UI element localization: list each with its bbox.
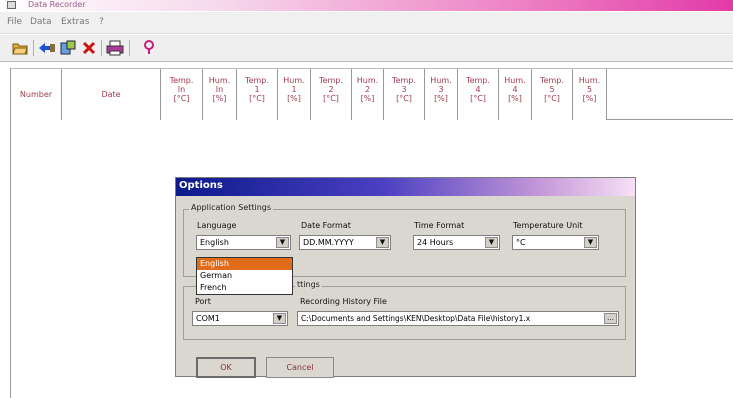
language-label: Language	[197, 221, 237, 230]
language-select[interactable]: English ▼	[196, 235, 291, 250]
device-icon[interactable]	[59, 39, 77, 57]
column-header-temp-3[interactable]: Temp. 3 [°C]	[384, 69, 425, 120]
column-header-temp-5[interactable]: Temp. 5 [°C]	[532, 69, 573, 120]
language-dropdown-list: English German French	[196, 257, 293, 295]
column-header-date[interactable]: Date	[62, 69, 161, 120]
menu-help[interactable]: ?	[99, 17, 104, 27]
toolbar-separator	[33, 40, 34, 56]
chevron-down-icon[interactable]: ▼	[584, 237, 597, 248]
column-header-temp-2[interactable]: Temp. 2 [°C]	[311, 69, 352, 120]
browse-button[interactable]: ...	[604, 313, 617, 324]
window-titlebar[interactable]: Data Recorder	[0, 0, 733, 11]
help-icon[interactable]	[140, 39, 158, 57]
column-header-hum-5[interactable]: Hum. 5 [%]	[573, 69, 607, 120]
toolbar	[0, 35, 733, 62]
import-icon[interactable]	[38, 39, 56, 57]
temperature-unit-label: Temperature Unit	[513, 221, 583, 230]
dropdown-option-english[interactable]: English	[197, 258, 292, 270]
chevron-down-icon[interactable]: ▼	[276, 237, 289, 248]
history-file-label: Recording History File	[300, 297, 387, 306]
toolbar-separator	[129, 40, 130, 56]
column-header-hum-1[interactable]: Hum. 1 [%]	[278, 69, 311, 120]
dropdown-option-french[interactable]: French	[197, 282, 292, 294]
window-title: Data Recorder	[28, 0, 86, 9]
date-format-select[interactable]: DD.MM.YYYY ▼	[299, 235, 391, 250]
chevron-down-icon[interactable]: ▼	[273, 313, 286, 324]
menu-data[interactable]: Data	[30, 17, 52, 27]
toolbar-separator	[101, 40, 102, 56]
dialog-title: Options	[179, 180, 223, 191]
date-format-label: Date Format	[301, 221, 351, 230]
print-icon[interactable]	[106, 39, 124, 57]
menu-extras[interactable]: Extras	[61, 17, 89, 27]
cancel-button[interactable]: Cancel	[266, 357, 334, 378]
communication-settings-label: ttings	[295, 280, 322, 289]
application-settings-label: Application Settings	[189, 203, 274, 212]
temperature-unit-select[interactable]: °C ▼	[512, 235, 599, 250]
column-header-hum-2[interactable]: Hum. 2 [%]	[352, 69, 384, 120]
port-label: Port	[195, 297, 211, 306]
dropdown-option-german[interactable]: German	[197, 270, 292, 282]
menu-file[interactable]: File	[7, 17, 22, 27]
port-select[interactable]: COM1 ▼	[192, 311, 288, 326]
ok-button[interactable]: OK	[196, 357, 256, 378]
menu-bar: File Data Extras ?	[0, 12, 733, 34]
dialog-titlebar[interactable]: Options	[176, 178, 635, 196]
time-format-select[interactable]: 24 Hours ▼	[413, 235, 500, 250]
chevron-down-icon[interactable]: ▼	[376, 237, 389, 248]
chevron-down-icon[interactable]: ▼	[485, 237, 498, 248]
open-folder-icon[interactable]	[11, 39, 29, 57]
delete-icon[interactable]	[80, 39, 98, 57]
column-header-number[interactable]: Number	[11, 69, 62, 120]
time-format-label: Time Format	[414, 221, 465, 230]
column-header-temp-4[interactable]: Temp. 4 [°C]	[458, 69, 499, 120]
column-header-hum-in[interactable]: Hum. In [%]	[203, 69, 237, 120]
history-file-input[interactable]: C:\Documents and Settings\KEN\Desktop\Da…	[297, 311, 619, 326]
table-header-row: Number Date Temp. In [°C] Hum. In [%] Te…	[11, 68, 733, 120]
options-dialog: Options Application Settings Language En…	[175, 177, 636, 378]
column-header-hum-4[interactable]: Hum. 4 [%]	[499, 69, 532, 120]
column-header-temp-1[interactable]: Temp. 1 [°C]	[237, 69, 278, 120]
column-header-temp-in[interactable]: Temp. In [°C]	[161, 69, 203, 120]
app-icon	[7, 1, 16, 9]
column-header-hum-3[interactable]: Hum. 3 [%]	[425, 69, 458, 120]
